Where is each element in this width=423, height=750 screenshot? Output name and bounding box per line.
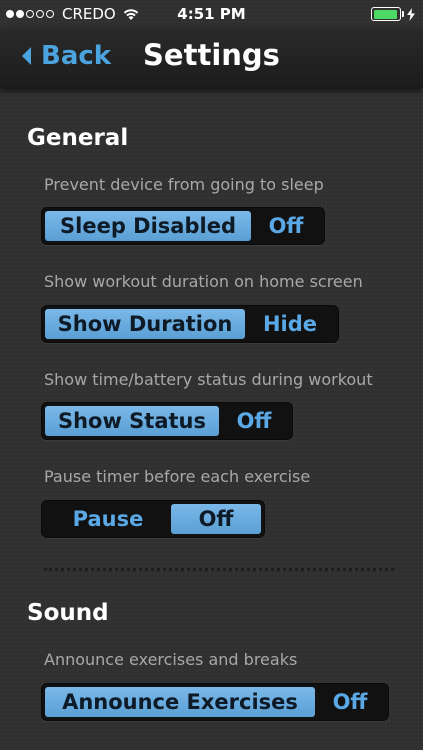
segment-show-status[interactable]: Show Status <box>45 406 219 436</box>
setting-description-announce: Announce exercises and breaks <box>44 650 298 669</box>
segment-pause[interactable]: Pause <box>45 504 171 534</box>
battery-tip <box>402 11 404 17</box>
segmented-control-announce: Announce Exercises Off <box>41 683 389 721</box>
segment-status-off[interactable]: Off <box>219 406 289 436</box>
section-divider <box>44 568 394 571</box>
segmented-control-pause: Pause Off <box>41 500 265 538</box>
setting-description-pause: Pause timer before each exercise <box>44 467 311 486</box>
battery-indicator <box>371 7 415 21</box>
section-title-general: General <box>27 125 129 151</box>
segmented-control-status: Show Status Off <box>41 402 293 440</box>
charging-bolt-icon <box>407 7 415 21</box>
segment-announce-exercises[interactable]: Announce Exercises <box>45 687 315 717</box>
status-bar: CREDO 4:51 PM <box>0 0 423 28</box>
segment-announce-off[interactable]: Off <box>315 687 385 717</box>
segmented-control-duration: Show Duration Hide <box>41 305 339 343</box>
setting-description-duration: Show workout duration on home screen <box>44 272 363 291</box>
section-title-sound: Sound <box>27 600 109 626</box>
setting-description-status: Show time/battery status during workout <box>44 370 373 389</box>
status-time: 4:51 PM <box>177 5 246 23</box>
battery-fill <box>373 9 398 19</box>
segment-sleep-disabled[interactable]: Sleep Disabled <box>45 211 251 241</box>
page-title: Settings <box>143 38 280 72</box>
battery-icon <box>371 7 401 21</box>
segment-pause-off[interactable]: Off <box>171 504 261 534</box>
segment-hide-duration[interactable]: Hide <box>245 309 335 339</box>
segment-show-duration[interactable]: Show Duration <box>45 309 245 339</box>
segment-sleep-off[interactable]: Off <box>251 211 321 241</box>
segmented-control-sleep: Sleep Disabled Off <box>41 207 325 245</box>
navigation-bar: Back Settings <box>0 28 423 88</box>
setting-description-sleep: Prevent device from going to sleep <box>44 175 324 194</box>
